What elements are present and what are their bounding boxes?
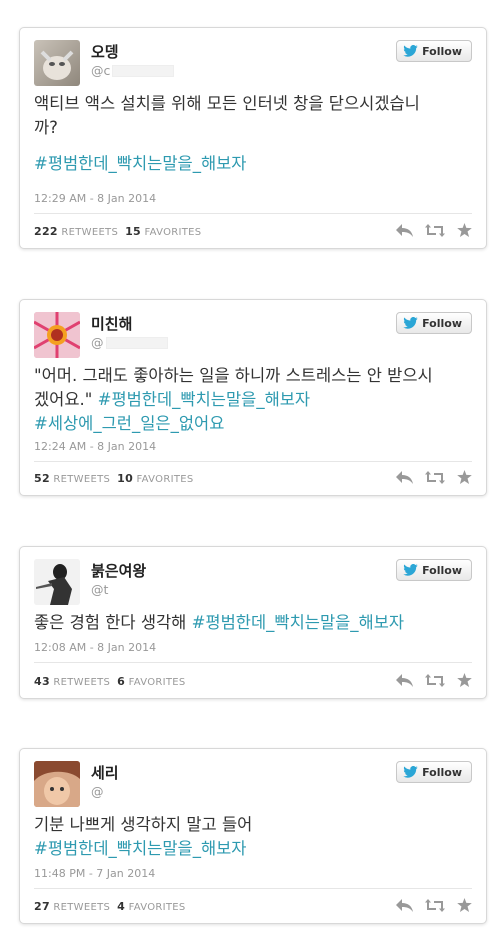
handle-text: @c xyxy=(91,63,111,78)
tweet-actions xyxy=(396,469,472,488)
handle-text: @ xyxy=(91,784,104,799)
avatar[interactable] xyxy=(34,312,80,358)
favorites-label: FAVORITES xyxy=(128,677,186,688)
text-line: 좋은 경험 한다 생각해 #평범한데_빡치는말을_해보자 xyxy=(34,611,472,635)
text-line: 기분 나쁘게 생각하지 말고 들어 xyxy=(34,815,253,834)
tweet-text: 액티브 액스 설치를 위해 모든 인터넷 창을 닫으시겠습니 까? #평범한데_… xyxy=(34,92,472,176)
twitter-bird-icon xyxy=(403,45,418,57)
text-fragment: 겠어요." xyxy=(34,390,93,409)
hashtag-link[interactable]: #평범한데_빡치는말을_해보자 xyxy=(34,837,472,861)
reply-icon[interactable] xyxy=(396,897,413,916)
text-line: 까? xyxy=(34,118,58,137)
favorite-star-icon[interactable] xyxy=(457,469,472,488)
follow-label: Follow xyxy=(422,563,462,577)
retweet-icon[interactable] xyxy=(425,672,445,691)
retweets-label: RETWEETS xyxy=(53,474,111,485)
tweet-text: 좋은 경험 한다 생각해 #평범한데_빡치는말을_해보자 xyxy=(34,611,472,635)
avatar[interactable] xyxy=(34,40,80,86)
favorites-label: FAVORITES xyxy=(144,227,202,238)
handle-text: @t xyxy=(91,582,109,597)
divider xyxy=(34,461,472,462)
retweet-icon[interactable] xyxy=(425,469,445,488)
avatar[interactable] xyxy=(34,761,80,807)
retweets-label: RETWEETS xyxy=(61,227,119,238)
tweet-card: 미친해 @ Follow "어머. 그래도 좋아하는 일을 하니까 스트레스는 … xyxy=(19,299,487,496)
text-line: "어머. 그래도 좋아하는 일을 하니까 스트레스는 안 받으시 xyxy=(34,366,433,385)
user-handle[interactable]: @c xyxy=(91,63,175,78)
tweet-timestamp[interactable]: 12:24 AM - 8 Jan 2014 xyxy=(34,440,156,453)
tweet-stats: 222 RETWEETS 15 FAVORITES xyxy=(34,225,201,238)
favorite-star-icon[interactable] xyxy=(457,222,472,241)
handle-text: @ xyxy=(91,335,104,350)
twitter-bird-icon xyxy=(403,564,418,576)
retweet-count[interactable]: 27 xyxy=(34,900,50,913)
handle-redaction xyxy=(112,64,175,77)
favorite-star-icon[interactable] xyxy=(457,672,472,691)
retweet-count[interactable]: 52 xyxy=(34,472,50,485)
follow-button[interactable]: Follow xyxy=(396,312,472,334)
text-line: 겠어요." #평범한데_빡치는말을_해보자 xyxy=(34,388,472,412)
tweet-text: 기분 나쁘게 생각하지 말고 들어 #평범한데_빡치는말을_해보자 xyxy=(34,813,472,861)
favorite-star-icon[interactable] xyxy=(457,897,472,916)
text-fragment: 좋은 경험 한다 생각해 xyxy=(34,613,187,632)
tweet-actions xyxy=(396,897,472,916)
follow-label: Follow xyxy=(422,765,462,779)
user-name[interactable]: 세리 xyxy=(91,762,119,783)
user-handle[interactable]: @ xyxy=(91,335,168,350)
favorite-count[interactable]: 15 xyxy=(125,225,141,238)
favorite-count[interactable]: 10 xyxy=(117,472,133,485)
tweet-card: 붉은여왕 @t Follow 좋은 경험 한다 생각해 #평범한데_빡치는말을_… xyxy=(19,546,487,699)
tweet-stats: 52 RETWEETS 10 FAVORITES xyxy=(34,472,194,485)
divider xyxy=(34,213,472,214)
divider xyxy=(34,662,472,663)
retweets-label: RETWEETS xyxy=(53,677,111,688)
follow-button[interactable]: Follow xyxy=(396,761,472,783)
follow-button[interactable]: Follow xyxy=(396,40,472,62)
retweet-icon[interactable] xyxy=(425,222,445,241)
follow-button[interactable]: Follow xyxy=(396,559,472,581)
reply-icon[interactable] xyxy=(396,672,413,691)
hashtag-link[interactable]: #평범한데_빡치는말을_해보자 xyxy=(98,390,311,409)
tweet-timestamp[interactable]: 11:48 PM - 7 Jan 2014 xyxy=(34,867,155,880)
hashtag-link[interactable]: #세상에_그런_일은_없어요 xyxy=(34,412,472,436)
twitter-bird-icon xyxy=(403,317,418,329)
favorites-label: FAVORITES xyxy=(128,902,186,913)
user-name[interactable]: 붉은여왕 xyxy=(91,560,146,581)
avatar[interactable] xyxy=(34,559,80,605)
favorites-label: FAVORITES xyxy=(136,474,194,485)
user-name[interactable]: 미친해 xyxy=(91,313,132,334)
tweet-actions xyxy=(396,672,472,691)
handle-redaction xyxy=(105,336,168,349)
reply-icon[interactable] xyxy=(396,222,413,241)
tweet-stats: 27 RETWEETS 4 FAVORITES xyxy=(34,900,186,913)
follow-label: Follow xyxy=(422,316,462,330)
tweet-card: 오뎅 @c Follow 액티브 액스 설치를 위해 모든 인터넷 창을 닫으시… xyxy=(19,27,487,249)
divider xyxy=(34,888,472,889)
favorite-count[interactable]: 6 xyxy=(117,675,125,688)
tweet-actions xyxy=(396,222,472,241)
user-handle[interactable]: @ xyxy=(91,784,104,799)
follow-label: Follow xyxy=(422,44,462,58)
tweet-stats: 43 RETWEETS 6 FAVORITES xyxy=(34,675,186,688)
retweet-count[interactable]: 43 xyxy=(34,675,50,688)
hashtag-link[interactable]: #평범한데_빡치는말을_해보자 xyxy=(192,613,405,632)
text-line: 액티브 액스 설치를 위해 모든 인터넷 창을 닫으시겠습니 xyxy=(34,94,420,113)
tweet-text: "어머. 그래도 좋아하는 일을 하니까 스트레스는 안 받으시 겠어요." #… xyxy=(34,364,472,436)
tweet-card: 세리 @ Follow 기분 나쁘게 생각하지 말고 들어 #평범한데_빡치는말… xyxy=(19,748,487,924)
tweet-timestamp[interactable]: 12:29 AM - 8 Jan 2014 xyxy=(34,192,156,205)
retweet-icon[interactable] xyxy=(425,897,445,916)
retweet-count[interactable]: 222 xyxy=(34,225,58,238)
twitter-bird-icon xyxy=(403,766,418,778)
reply-icon[interactable] xyxy=(396,469,413,488)
user-name[interactable]: 오뎅 xyxy=(91,41,119,62)
hashtag-link[interactable]: #평범한데_빡치는말을_해보자 xyxy=(34,152,472,176)
retweets-label: RETWEETS xyxy=(53,902,111,913)
tweet-timestamp[interactable]: 12:08 AM - 8 Jan 2014 xyxy=(34,641,156,654)
favorite-count[interactable]: 4 xyxy=(117,900,125,913)
user-handle[interactable]: @t xyxy=(91,582,108,597)
